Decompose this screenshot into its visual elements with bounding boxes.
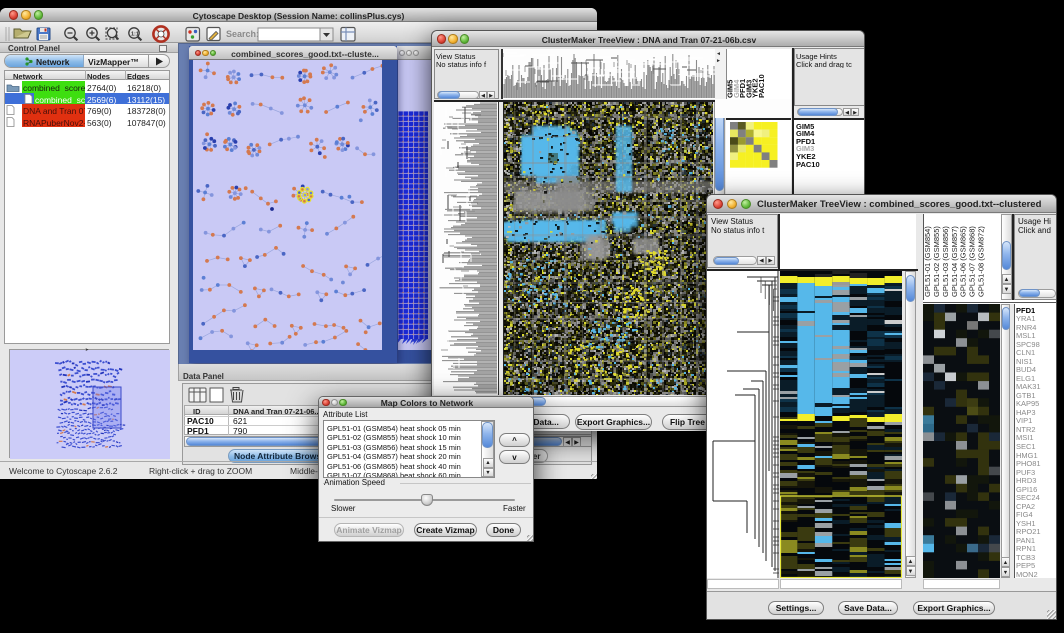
svg-text:GPL51-04 (GSM857): GPL51-04 (GSM857) [950, 226, 959, 297]
svg-text:Search:: Search: [226, 29, 259, 39]
svg-text:GPL51-07 (GSM868): GPL51-07 (GSM868) [968, 226, 977, 297]
svg-text:GPL51-08 (GSM872): GPL51-08 (GSM872) [976, 226, 985, 297]
svg-text:GPL51-02 (GSM855): GPL51-02 (GSM855) [932, 226, 941, 297]
svg-text:GPL51-03 (GSM856): GPL51-03 (GSM856) [941, 226, 950, 297]
svg-text:GPL51-06 (GSM865): GPL51-06 (GSM865) [959, 226, 968, 297]
svg-text:PAC10: PAC10 [757, 74, 766, 98]
svg-text:GPL51-01 (GSM854): GPL51-01 (GSM854) [923, 226, 932, 297]
svg-text:1:1: 1:1 [131, 32, 139, 38]
